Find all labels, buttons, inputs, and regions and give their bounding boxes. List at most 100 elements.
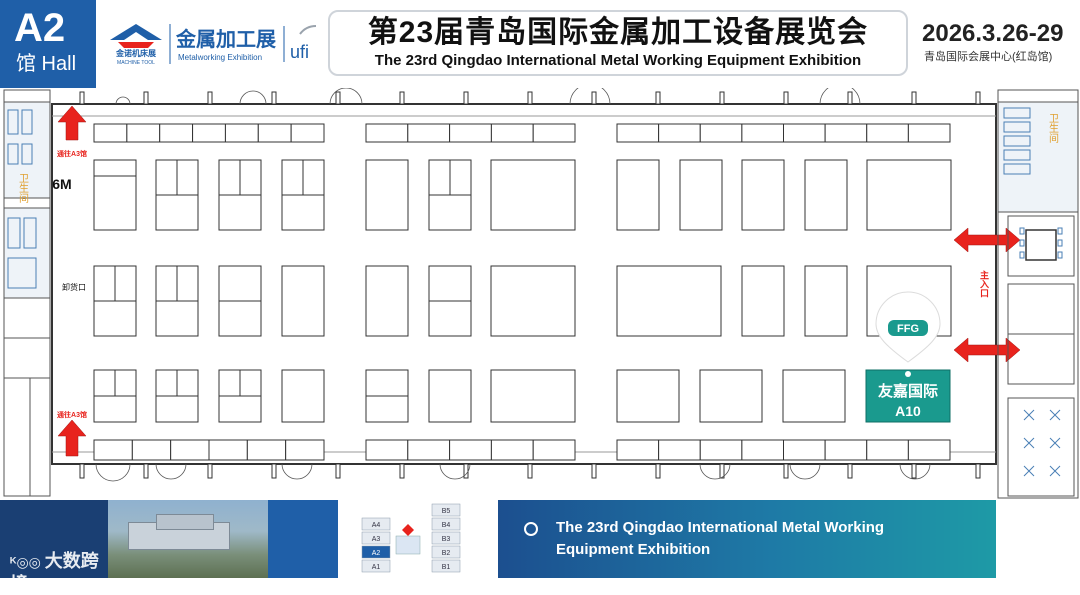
booth[interactable]	[281, 265, 325, 337]
booth-small[interactable]	[93, 439, 133, 461]
door-swing-icon	[699, 463, 731, 480]
booth-small[interactable]	[224, 123, 259, 143]
footer-blue-strip	[268, 500, 338, 578]
door-swing-icon	[155, 463, 187, 480]
booth-small[interactable]	[257, 123, 292, 143]
mini-hall-a1-label: A1	[372, 564, 381, 571]
booth[interactable]	[679, 159, 723, 231]
footer-info-line-1: The 23rd Qingdao International Metal Wor…	[556, 519, 885, 536]
booth[interactable]	[365, 265, 409, 337]
booth-small[interactable]	[658, 123, 701, 143]
booth[interactable]	[866, 159, 952, 231]
to-a3-label-top: 通往A3馆	[57, 149, 87, 158]
floor-plan-svg: 卫生间 友嘉国际 A10 FFG 通往A3馆 6M 卸货口 通往A3馆 主入口 …	[3, 83, 1079, 499]
wall-column	[271, 91, 277, 105]
wall-column	[207, 91, 213, 105]
arrow-up-top-icon	[57, 105, 87, 141]
booth-small[interactable]	[866, 123, 909, 143]
booth[interactable]	[490, 265, 576, 337]
booth-small[interactable]	[616, 123, 660, 143]
booth-small[interactable]	[170, 439, 210, 461]
door-swing-icon	[789, 463, 821, 480]
wall-column	[591, 91, 597, 105]
mini-map-center-hall	[395, 535, 421, 555]
event-venue: 青岛国际会展中心(红岛馆)	[924, 51, 1053, 63]
booth[interactable]	[804, 265, 848, 337]
booth-small[interactable]	[907, 123, 951, 143]
logo-brand-top: 金诺机床展	[115, 48, 156, 58]
left-restroom-label: 卫生间	[17, 173, 29, 204]
booth-small[interactable]	[699, 439, 743, 461]
booth[interactable]	[616, 265, 722, 337]
booth[interactable]	[741, 159, 785, 231]
booth-small[interactable]	[290, 123, 325, 143]
booth-small[interactable]	[783, 123, 826, 143]
booth-small[interactable]	[449, 439, 492, 461]
booth-small[interactable]	[866, 439, 909, 461]
booth-small[interactable]	[407, 123, 451, 143]
booth-small[interactable]	[490, 123, 534, 143]
wall-column	[655, 463, 661, 479]
wall-column	[335, 463, 341, 479]
mini-hall-b4-label: B4	[442, 522, 451, 529]
booth[interactable]	[699, 369, 763, 423]
booth-small[interactable]	[131, 439, 172, 461]
event-date: 2026.3.26-29	[922, 20, 1064, 47]
booth-small[interactable]	[208, 439, 248, 461]
booth-small[interactable]	[93, 123, 128, 143]
hall-code: A2	[14, 6, 66, 50]
booth[interactable]	[616, 159, 660, 231]
booth-small[interactable]	[159, 123, 194, 143]
booth[interactable]	[616, 369, 680, 423]
booth[interactable]	[490, 369, 576, 423]
booth[interactable]	[490, 159, 576, 231]
wall-column	[143, 91, 149, 105]
booth[interactable]	[428, 369, 472, 423]
bullet-circle-icon	[524, 522, 538, 536]
arrow-double-top-icon	[953, 227, 1021, 253]
booth-small[interactable]	[285, 439, 325, 461]
booth-small[interactable]	[246, 439, 287, 461]
booth-small[interactable]	[449, 123, 492, 143]
booth-small[interactable]	[407, 439, 451, 461]
mini-hall-a3-label: A3	[372, 536, 381, 543]
booth-small[interactable]	[824, 439, 868, 461]
footer-right-strip	[996, 500, 1080, 578]
booth-small[interactable]	[365, 439, 409, 461]
booth[interactable]	[365, 159, 409, 231]
right-service-area: 卫生间	[997, 89, 1079, 499]
booth[interactable]	[741, 265, 785, 337]
booth-small[interactable]	[532, 439, 576, 461]
booth-small[interactable]	[490, 439, 534, 461]
booth-small[interactable]	[783, 439, 826, 461]
booth-a10[interactable]: 友嘉国际 A10	[865, 369, 951, 423]
wall-column	[335, 91, 341, 105]
booth-small[interactable]	[699, 123, 743, 143]
booth[interactable]	[281, 369, 325, 423]
booth-small[interactable]	[907, 439, 951, 461]
title-panel: 第23届青岛国际金属加工设备展览会 The 23rd Qingdao Inter…	[328, 10, 908, 76]
booth[interactable]	[93, 159, 137, 231]
booth-small[interactable]	[658, 439, 701, 461]
booth[interactable]	[804, 159, 848, 231]
logo-brand-en: MACHINE TOOL	[117, 60, 155, 66]
main-entrance-label: 主入口	[979, 269, 990, 298]
wall-column	[719, 91, 725, 105]
mini-hall-b1-label: B1	[442, 564, 451, 571]
booth-small[interactable]	[126, 123, 161, 143]
mini-map-location-icon	[402, 524, 414, 536]
footer-bar: ᴷ◎◎ 大数跨境 A4 A3 A2 A1 B5 B4 B3 B2 B1 The 23rd Qi…	[0, 500, 1080, 594]
booth[interactable]	[782, 369, 846, 423]
left-service-area: 卫生间	[3, 89, 51, 497]
booth-small[interactable]	[741, 123, 784, 143]
machine-tool-logo-icon	[110, 24, 162, 48]
booth-small[interactable]	[365, 123, 409, 143]
wall-column	[783, 463, 789, 479]
booth-small[interactable]	[741, 439, 784, 461]
logo-exhibition-cn: 金属加工展	[175, 27, 276, 51]
door-swing-icon	[281, 463, 313, 480]
booth-small[interactable]	[192, 123, 226, 143]
booth-small[interactable]	[616, 439, 660, 461]
booth-small[interactable]	[824, 123, 868, 143]
booth-small[interactable]	[532, 123, 576, 143]
